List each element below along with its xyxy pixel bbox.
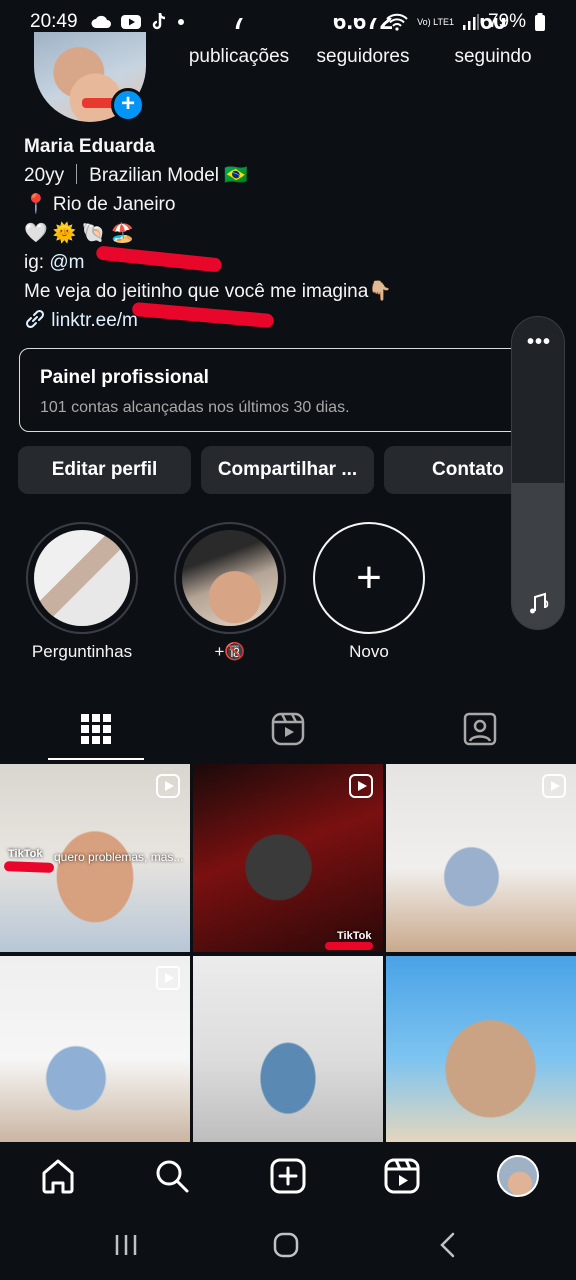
stat-posts-value: 7 [232, 18, 246, 35]
highlight-label: Perguntinhas [31, 642, 133, 661]
youtube-icon [121, 15, 141, 29]
tiktok-watermark: TikTok [8, 848, 43, 860]
post-thumbnail[interactable]: TikTok [193, 764, 383, 952]
stat-followers-label: seguidores [316, 46, 410, 67]
post-caption: quero problemas, mas... [54, 850, 184, 864]
plus-icon: + [356, 553, 382, 602]
home-button[interactable] [266, 1230, 306, 1260]
highlight-new[interactable]: + Novo [313, 522, 425, 662]
back-button[interactable] [428, 1230, 468, 1260]
nav-create[interactable] [266, 1154, 310, 1198]
bio-location: 📍 Rio de Janeiro [24, 194, 176, 215]
music-volume-icon[interactable] [526, 591, 552, 617]
home-circle-icon [273, 1232, 299, 1258]
post-thumbnail[interactable] [193, 956, 383, 1144]
reel-icon [349, 774, 373, 798]
bottom-navigation [0, 1142, 576, 1210]
highlight-perguntinhas[interactable]: Perguntinhas [26, 522, 138, 662]
redaction-mark [325, 942, 373, 950]
bio-link[interactable]: linktr.ee/m [51, 310, 138, 331]
nav-home[interactable] [36, 1154, 80, 1198]
active-tab-indicator [48, 758, 144, 760]
reels-icon [384, 1158, 420, 1194]
highlight-ring [26, 522, 138, 634]
grid-icon [81, 714, 111, 744]
dashboard-title: Painel profissional [40, 367, 209, 388]
highlight-ring [174, 522, 286, 634]
share-profile-button[interactable]: Compartilhar ... [201, 446, 374, 494]
post-thumbnail[interactable] [0, 956, 190, 1144]
stat-following-label: seguindo [454, 46, 532, 67]
profile-stats: 7 publicações 6.672 seguidores 60 seguin… [170, 18, 552, 68]
stat-following-value: 60 [479, 18, 507, 35]
bio-occupation: Brazilian Model 🇧🇷 [89, 165, 248, 186]
tiktok-icon [152, 12, 166, 30]
bio-tagline: Me veja do jeitinho que você me imagina👇… [24, 281, 392, 302]
stat-following[interactable]: 60 seguindo [434, 18, 552, 68]
post-thumbnail[interactable]: TikTok quero problemas, mas... [0, 764, 190, 952]
bio-line-1: 20yy Brazilian Model 🇧🇷 [24, 161, 392, 190]
reels-icon [271, 712, 305, 746]
reel-icon [156, 774, 180, 798]
bio-separator [76, 164, 78, 184]
reel-icon [156, 966, 180, 990]
professional-dashboard[interactable]: Painel profissional 101 contas alcançada… [19, 348, 539, 432]
status-time: 20:49 [30, 11, 78, 32]
volume-panel[interactable]: ••• [511, 316, 565, 630]
highlight-label: Novo [349, 642, 389, 661]
profile-bio: Maria Eduarda 20yy Brazilian Model 🇧🇷 📍 R… [24, 132, 392, 335]
stat-followers-value: 6.672 [332, 18, 394, 35]
bio-ig-handle[interactable]: @m [49, 252, 84, 273]
edit-profile-button[interactable]: Editar perfil [18, 446, 191, 494]
tab-grid[interactable] [0, 698, 192, 760]
stat-followers[interactable]: 6.672 seguidores [304, 18, 422, 68]
home-icon [42, 1159, 74, 1194]
highlight-adult[interactable]: +🔞 [174, 522, 286, 662]
recent-apps-icon [115, 1235, 137, 1255]
post-thumbnail[interactable] [386, 956, 576, 1144]
post-grid: TikTok quero problemas, mas... TikTok [0, 764, 576, 1144]
nav-profile[interactable] [496, 1154, 540, 1198]
link-icon [25, 309, 45, 329]
nav-reels[interactable] [380, 1154, 424, 1198]
recent-apps-button[interactable] [106, 1230, 146, 1260]
new-highlight-button[interactable]: + [313, 522, 425, 634]
redaction-mark [3, 861, 55, 873]
highlight-cover [34, 530, 130, 626]
profile-name: Maria Eduarda [24, 136, 155, 157]
back-icon [440, 1232, 455, 1258]
tiktok-watermark: TikTok [337, 930, 372, 942]
reel-icon [542, 774, 566, 798]
tagged-icon [463, 712, 497, 746]
profile-avatar-icon [497, 1155, 539, 1197]
cloud-icon [91, 15, 111, 28]
stat-posts[interactable]: 7 publicações [170, 18, 308, 68]
profile-tabs [0, 698, 576, 760]
highlight-cover [182, 530, 278, 626]
system-navigation [0, 1210, 576, 1280]
create-icon [270, 1158, 306, 1194]
add-story-button[interactable]: + [111, 88, 145, 122]
bio-ig-prefix: ig: [24, 252, 50, 273]
tab-reels[interactable] [192, 698, 384, 760]
bio-emojis: 🤍 🌞 🐚 🏖️ [24, 223, 135, 244]
search-icon [156, 1160, 189, 1193]
tab-tagged[interactable] [384, 698, 576, 760]
bio-age: 20yy [24, 165, 65, 186]
nav-search[interactable] [150, 1154, 194, 1198]
highlight-label: +🔞 [214, 642, 246, 661]
dashboard-subtitle: 101 contas alcançadas nos últimos 30 dia… [40, 399, 350, 416]
stat-posts-label: publicações [188, 46, 290, 67]
post-thumbnail[interactable] [386, 764, 576, 952]
more-options-icon[interactable]: ••• [512, 331, 564, 354]
